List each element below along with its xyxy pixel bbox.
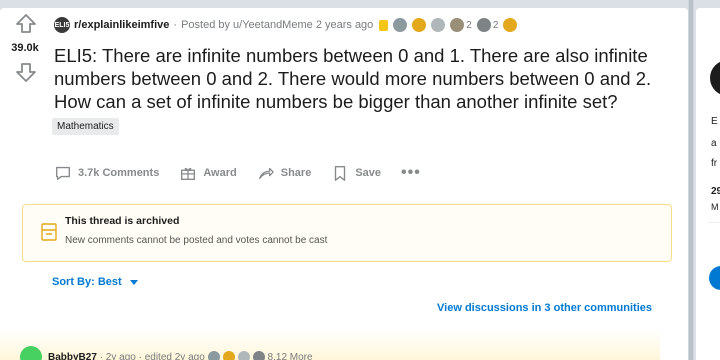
comment-user-avatar[interactable] [20, 346, 42, 360]
archived-notice-message: New comments cannot be posted and votes … [65, 235, 328, 246]
award-count: 2 [492, 19, 499, 31]
post-action-bar: 3.7k Comments Award Share Save ••• [54, 158, 441, 188]
upvote-arrow-icon[interactable] [14, 12, 38, 36]
wholesome-award-icon [393, 18, 408, 32]
posted-by[interactable]: Posted by u/YeetandMeme [181, 19, 313, 31]
comment-header: BabbyB27 · 2y ago · edited 2y ago 8.12 M… [20, 346, 313, 360]
sidebar-text: E [711, 116, 718, 127]
post-meta: ELI5 r/explainlikeimfive · Posted by u/Y… [54, 16, 518, 34]
sidebar-stat: 29 [711, 186, 720, 197]
comment-meta: · 2y ago · edited 2y ago [99, 351, 205, 360]
sidebar-divider [708, 222, 720, 223]
sidebar-stat-label: M [711, 202, 719, 212]
award-item[interactable] [503, 18, 518, 32]
posted-time: 2 years ago [315, 19, 374, 31]
award-item[interactable]: 2 [476, 18, 499, 32]
take-my-energy-award-icon [503, 18, 518, 32]
more-options-button[interactable]: ••• [401, 164, 421, 182]
share-label: Share [280, 167, 312, 179]
award-button[interactable]: Award [179, 164, 237, 182]
award-count: 2 [466, 19, 472, 31]
vote-column: 39.0k [0, 8, 50, 128]
gift-icon [181, 167, 196, 180]
comment-more: 8.12 More [267, 351, 313, 360]
downvote-arrow-icon[interactable] [14, 60, 38, 84]
post-title[interactable]: ELI5: There are infinite numbers between… [54, 44, 674, 113]
post-card: 39.0k ELI5 r/explainlikeimfive · Posted … [0, 8, 688, 360]
sort-label: Sort By: Best [52, 276, 122, 288]
award-item[interactable] [393, 18, 408, 32]
comments-button[interactable]: 3.7k Comments [54, 164, 159, 182]
comments-label: 3.7k Comments [78, 167, 160, 179]
join-button[interactable] [709, 266, 720, 290]
sort-dropdown[interactable]: Sort By: Best [52, 276, 138, 288]
archive-box-icon [41, 223, 57, 241]
sidebar-card: E a fr 29 M [696, 8, 720, 360]
award-icon[interactable] [237, 351, 250, 360]
community-avatar[interactable] [710, 60, 720, 96]
gold-award-icon [412, 18, 427, 32]
meta-separator: · [173, 19, 178, 31]
award-item[interactable]: 2 [450, 18, 472, 32]
award-icon[interactable] [252, 351, 265, 360]
sidebar-text: fr [711, 158, 718, 169]
subreddit-link[interactable]: r/explainlikeimfive [74, 19, 169, 31]
archived-notice-title: This thread is archived [65, 215, 180, 227]
award-item[interactable] [412, 18, 427, 32]
award-label: Award [203, 167, 237, 179]
bookmark-icon [335, 166, 346, 181]
comment-username[interactable]: BabbyB27 [48, 352, 97, 360]
comment-icon [56, 166, 70, 180]
trophy-award-icon [450, 18, 465, 32]
helpful-award-icon [431, 18, 446, 32]
gold-rect-award-icon[interactable] [379, 19, 389, 31]
caret-down-icon [129, 279, 138, 285]
sidebar-text: a [711, 138, 717, 149]
subreddit-avatar[interactable]: ELI5 [54, 17, 70, 33]
archived-notice: This thread is archived New comments can… [22, 204, 672, 262]
view-other-discussions-link[interactable]: View discussions in 3 other communities [437, 302, 652, 314]
award-icon[interactable] [222, 351, 235, 360]
scrollbar-thumb[interactable] [689, 0, 693, 360]
award-item[interactable] [431, 18, 446, 32]
post-flair[interactable]: Mathematics [52, 118, 119, 135]
vote-count: 39.0k [11, 42, 39, 54]
share-button[interactable]: Share [257, 164, 312, 182]
silver-award-icon [476, 18, 491, 32]
save-button[interactable]: Save [331, 164, 381, 182]
award-icon[interactable] [207, 351, 220, 360]
share-icon [258, 167, 274, 180]
save-label: Save [355, 167, 382, 179]
